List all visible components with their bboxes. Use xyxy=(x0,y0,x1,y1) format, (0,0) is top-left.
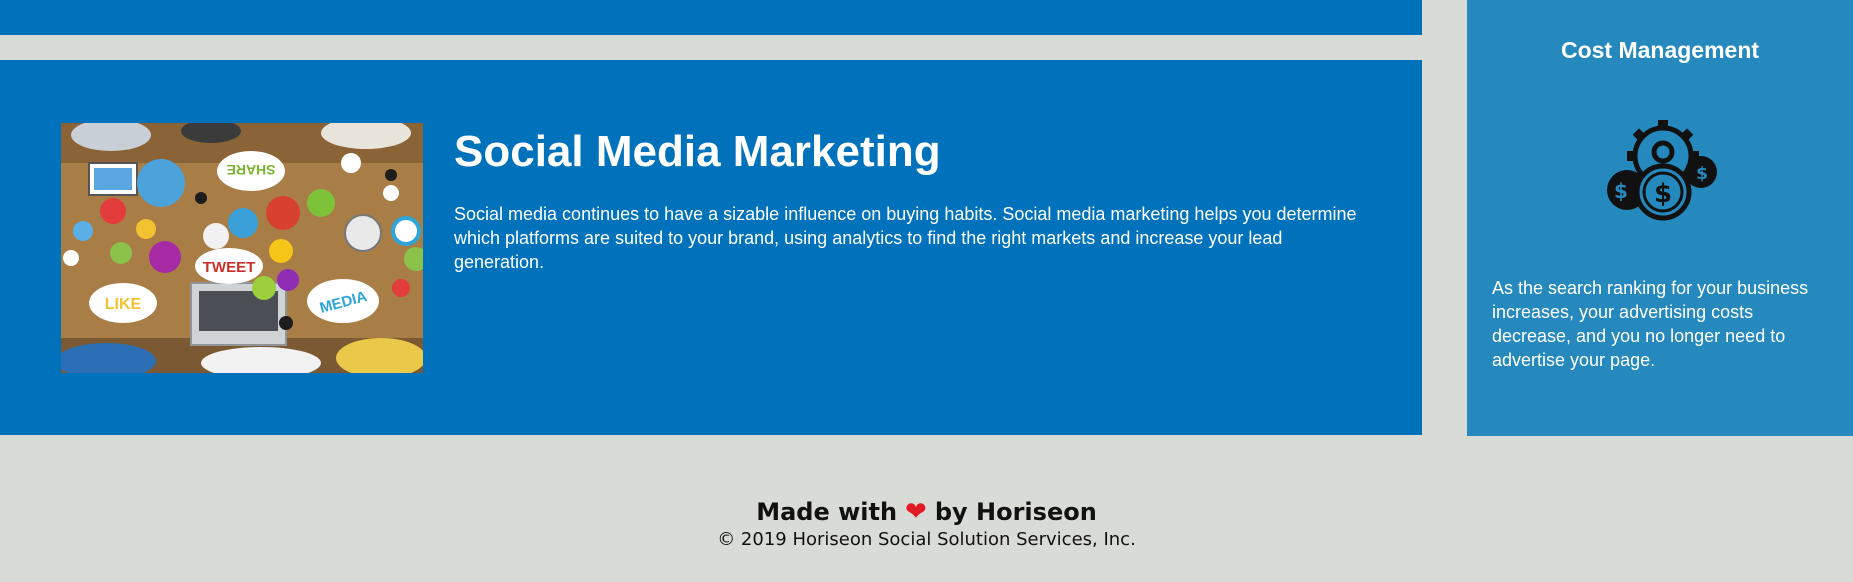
footer: Made with ❤ by Horiseon © 2019 Horiseon So… xyxy=(0,496,1853,552)
cost-management-icon: $ $ $ xyxy=(1605,118,1725,222)
section-description: Social media continues to have a sizable… xyxy=(454,204,1357,272)
social-media-image: SHARE TWEET LIKE MEDIA xyxy=(61,123,423,373)
made-with-suffix: by Horiseon xyxy=(934,498,1097,526)
cost-management-card: Cost Management $ $ $ As the search rank… xyxy=(1467,0,1853,436)
page: SHARE TWEET LIKE MEDIA Social Media Mark… xyxy=(0,0,1853,582)
like-label: LIKE xyxy=(105,296,142,313)
social-media-marketing-section: SHARE TWEET LIKE MEDIA Social Media Mark… xyxy=(0,60,1422,435)
section-title: Social Media Marketing xyxy=(454,127,941,176)
heart-icon: ❤ xyxy=(905,497,927,527)
social-media-illustration: SHARE TWEET LIKE MEDIA xyxy=(61,123,423,373)
tweet-label: TWEET xyxy=(203,259,256,276)
made-with-line: Made with ❤ by Horiseon xyxy=(0,496,1853,528)
copyright-text: © 2019 Horiseon Social Solution Services… xyxy=(717,529,1136,550)
made-with-prefix: Made with xyxy=(756,498,898,526)
svg-text:$: $ xyxy=(1696,164,1708,184)
card-description: As the search ranking for your business … xyxy=(1492,278,1809,370)
svg-text:$: $ xyxy=(1654,179,1672,209)
previous-section-strip xyxy=(0,0,1422,35)
svg-text:$: $ xyxy=(1614,179,1628,203)
card-title: Cost Management xyxy=(1560,37,1760,63)
share-label: SHARE xyxy=(226,162,275,178)
